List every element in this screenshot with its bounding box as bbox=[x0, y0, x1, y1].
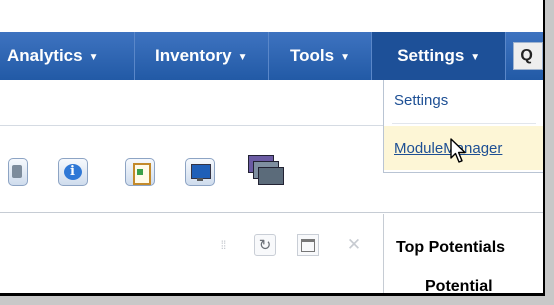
stack-sheet bbox=[258, 167, 284, 185]
phone-icon[interactable] bbox=[8, 158, 28, 186]
search-button[interactable]: Q bbox=[513, 42, 543, 70]
nav-analytics[interactable]: Analytics ▼ bbox=[0, 32, 135, 80]
layout-icon[interactable] bbox=[297, 234, 319, 256]
pointer-cursor-icon bbox=[450, 138, 466, 163]
main-navbar: Analytics ▼ Inventory ▼ Tools ▼ Settings… bbox=[0, 32, 543, 80]
dashlet-area bbox=[0, 214, 384, 293]
nav-settings-label: Settings bbox=[397, 46, 465, 65]
nav-inventory[interactable]: Inventory ▼ bbox=[135, 32, 269, 80]
monitor-icon[interactable] bbox=[185, 158, 215, 186]
documents-stack-icon[interactable] bbox=[248, 155, 284, 189]
chevron-down-icon: ▼ bbox=[340, 51, 350, 63]
nav-settings[interactable]: Settings ▼ bbox=[372, 32, 507, 80]
chevron-down-icon: ▼ bbox=[237, 51, 248, 63]
chevron-down-icon: ▼ bbox=[88, 51, 99, 63]
screenshot-shadow bbox=[0, 296, 554, 305]
menu-separator bbox=[392, 123, 536, 124]
nav-tools-label: Tools bbox=[289, 46, 335, 65]
panel-title: Top Potentials bbox=[396, 239, 506, 256]
menu-item-settings[interactable]: Settings bbox=[384, 80, 544, 120]
split-icon[interactable]: ⁞⁞ bbox=[212, 234, 234, 256]
sub-navigation-bar bbox=[0, 80, 383, 126]
nav-inventory-label: Inventory bbox=[155, 46, 232, 65]
nav-analytics-label: Analytics bbox=[7, 46, 83, 65]
close-icon[interactable]: ✕ bbox=[343, 234, 365, 256]
refresh-icon[interactable]: ↻ bbox=[254, 234, 276, 256]
nav-tools[interactable]: Tools ▼ bbox=[269, 32, 372, 80]
screenshot-shadow bbox=[545, 0, 554, 305]
chevron-down-icon: ▼ bbox=[470, 51, 481, 63]
clipboard-icon[interactable] bbox=[125, 158, 155, 186]
info-icon[interactable] bbox=[58, 158, 88, 186]
